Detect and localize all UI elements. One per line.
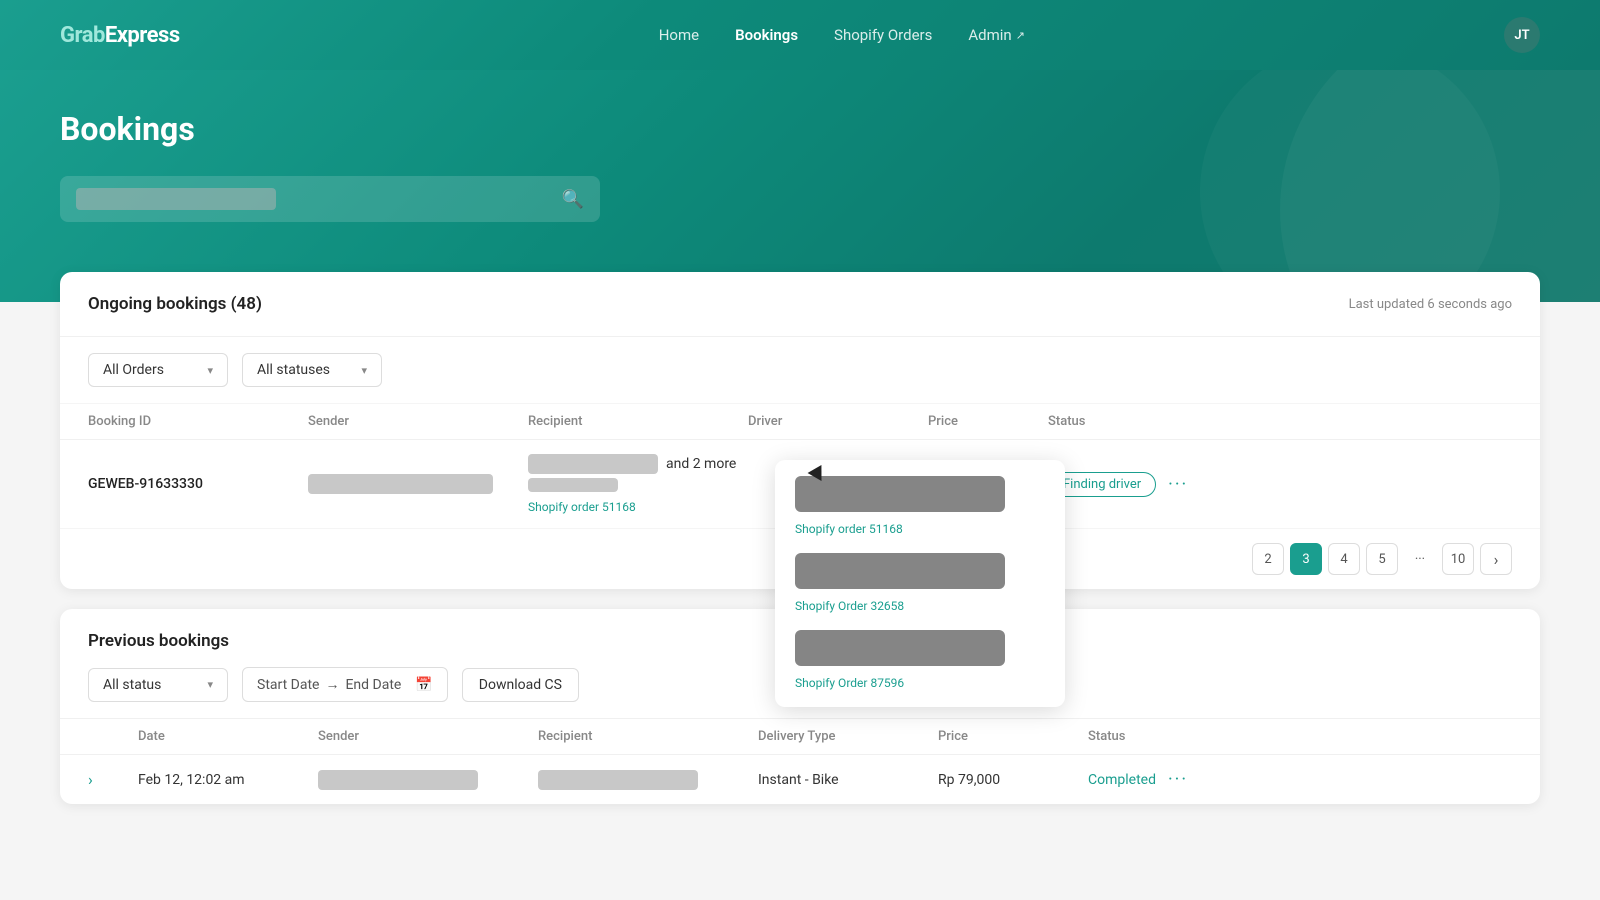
th-prev-sender: Sender (318, 729, 538, 744)
ongoing-card-header: Ongoing bookings (48) Last updated 6 sec… (60, 272, 1540, 337)
prev-recipient-cell (538, 770, 758, 790)
th-price: Price (928, 414, 1048, 429)
previous-table-header: Date Sender Recipient Delivery Type Pric… (60, 718, 1540, 755)
tooltip-item-3: Shopify Order 87596 (795, 630, 1045, 691)
nav-shopify-orders[interactable]: Shopify Orders (834, 26, 932, 44)
chevron-down-icon: ▾ (207, 678, 213, 691)
sender-placeholder (308, 474, 493, 494)
driver-placeholder-3 (795, 630, 1005, 666)
tooltip-item-1: Shopify order 51168 (795, 476, 1045, 537)
more-actions-button[interactable]: ··· (1168, 474, 1188, 495)
sender-cell (308, 474, 528, 494)
driver-placeholder-2 (795, 553, 1005, 589)
chevron-down-icon: ▾ (207, 364, 213, 377)
booking-id: GEWEB-91633330 (88, 476, 308, 492)
ongoing-table-header: Booking ID Sender Recipient Driver Price… (60, 404, 1540, 440)
all-orders-filter[interactable]: All Orders ▾ (88, 353, 228, 387)
th-expand (88, 729, 138, 744)
page-dots: ··· (1404, 543, 1436, 575)
page-btn-4[interactable]: 4 (1328, 543, 1360, 575)
date-range-picker[interactable]: Start Date → End Date 📅 (242, 667, 448, 702)
search-input-placeholder (76, 188, 276, 210)
avatar[interactable]: JT (1504, 17, 1540, 53)
shopify-tooltip-link-1[interactable]: Shopify order 51168 (795, 522, 903, 536)
row-date: Feb 12, 12:02 am (138, 772, 318, 788)
arrow-icon: → (325, 676, 339, 693)
th-prev-status: Status (1088, 729, 1248, 744)
page-btn-3[interactable]: 3 (1290, 543, 1322, 575)
chevron-down-icon: ▾ (361, 364, 367, 377)
row-expand-icon[interactable]: › (88, 770, 138, 789)
download-csv-button[interactable]: Download CS (462, 668, 579, 702)
nav-home[interactable]: Home (659, 26, 699, 44)
shopify-order-link[interactable]: Shopify order 51168 (528, 500, 748, 514)
page-next-button[interactable]: › (1480, 543, 1512, 575)
previous-table-row: › Feb 12, 12:02 am Instant - Bike Rp 79,… (60, 755, 1540, 804)
calendar-icon: 📅 (415, 677, 432, 693)
ongoing-filters: All Orders ▾ All statuses ▾ (60, 337, 1540, 404)
nav-bookings[interactable]: Bookings (735, 26, 798, 44)
th-driver: Driver (748, 414, 928, 429)
all-statuses-filter[interactable]: All statuses ▾ (242, 353, 382, 387)
tooltip-item-2: Shopify Order 32658 (795, 553, 1045, 614)
th-date: Date (138, 729, 318, 744)
header: GrabExpress Home Bookings Shopify Orders… (0, 0, 1600, 70)
shopify-tooltip-link-3[interactable]: Shopify Order 87596 (795, 676, 904, 690)
hero-section: Bookings 🔍 (0, 70, 1600, 302)
page-btn-5[interactable]: 5 (1366, 543, 1398, 575)
completed-status-label: Completed (1088, 772, 1156, 788)
prev-sender-placeholder (318, 770, 478, 790)
th-delivery-type: Delivery Type (758, 729, 938, 744)
nav: Home Bookings Shopify Orders Admin ↗ (659, 26, 1025, 44)
th-prev-recipient: Recipient (538, 729, 758, 744)
last-updated: Last updated 6 seconds ago (1349, 297, 1512, 312)
all-status-filter[interactable]: All status ▾ (88, 668, 228, 702)
logo-grab: Grab (60, 23, 105, 48)
page-btn-10[interactable]: 10 (1442, 543, 1474, 575)
row-price: Rp 79,000 (938, 772, 1088, 788)
th-status: Status (1048, 414, 1228, 429)
th-sender: Sender (308, 414, 528, 429)
page-btn-2[interactable]: 2 (1252, 543, 1284, 575)
recipient-placeholder (528, 454, 658, 474)
prev-sender-cell (318, 770, 538, 790)
driver-placeholder-1 (795, 476, 1005, 512)
recipient-cell: and 2 more Shopify order 51168 (528, 454, 748, 514)
th-prev-price: Price (938, 729, 1088, 744)
nav-admin[interactable]: Admin ↗ (968, 26, 1025, 44)
and-more-label: and 2 more (666, 456, 736, 472)
search-icon[interactable]: 🔍 (562, 189, 584, 210)
logo: GrabExpress (60, 23, 180, 48)
driver-tooltip: Shopify order 51168 Shopify Order 32658 … (775, 460, 1065, 707)
search-bar[interactable]: 🔍 (60, 176, 600, 222)
prev-more-actions-button[interactable]: ··· (1168, 769, 1188, 790)
prev-status-cell: Completed ··· (1088, 769, 1248, 790)
row-delivery-type: Instant - Bike (758, 772, 938, 788)
prev-recipient-placeholder (538, 770, 698, 790)
ongoing-title: Ongoing bookings (48) (88, 294, 262, 314)
th-booking-id: Booking ID (88, 414, 308, 429)
status-cell: Finding driver ··· (1048, 472, 1228, 497)
external-link-icon: ↗ (1016, 29, 1025, 42)
th-recipient: Recipient (528, 414, 748, 429)
page-title: Bookings (60, 110, 1540, 148)
recipient-sub-placeholder (528, 478, 618, 492)
logo-express: Express (105, 23, 180, 48)
shopify-tooltip-link-2[interactable]: Shopify Order 32658 (795, 599, 904, 613)
